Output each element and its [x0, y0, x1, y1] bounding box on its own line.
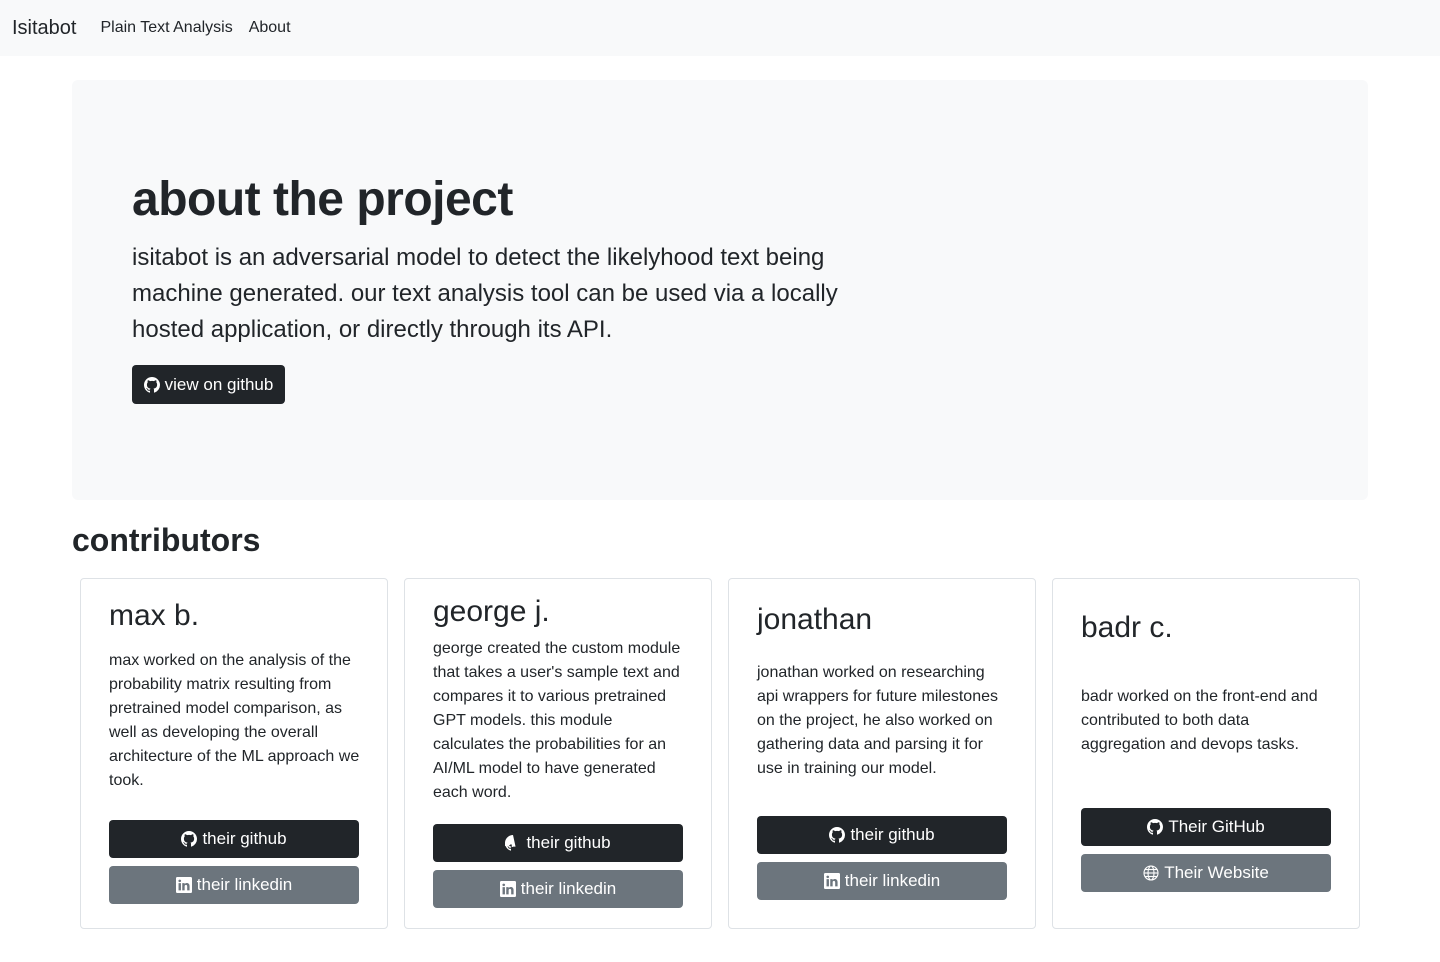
- github-button-label: their github: [850, 825, 935, 844]
- top-navbar: Isitabot Plain Text Analysis About: [0, 0, 1440, 56]
- contributor-card-george: george j. george created the custom modu…: [404, 578, 712, 929]
- page-title: about the project: [132, 173, 513, 226]
- github-icon: [1147, 819, 1164, 835]
- globe-icon: [1143, 865, 1159, 881]
- contributor-name: badr c.: [1081, 611, 1173, 644]
- github-button[interactable]: their github: [109, 820, 359, 858]
- linkedin-button[interactable]: their linkedin: [757, 862, 1007, 900]
- linkedin-button-label: their linkedin: [844, 871, 941, 890]
- contributor-description: jonathan worked on researching api wrapp…: [757, 664, 998, 777]
- contributor-description: george created the custom module that ta…: [433, 640, 681, 801]
- linkedin-button[interactable]: their linkedin: [433, 870, 683, 908]
- linkedin-icon: [823, 873, 840, 889]
- linkedin-button-label: their linkedin: [520, 879, 617, 898]
- view-on-github-button[interactable]: view on github: [132, 365, 285, 404]
- website-button-label: Their Website: [1164, 863, 1269, 882]
- hero-jumbotron: about the project isitabot is an adversa…: [72, 80, 1368, 500]
- github-icon: [181, 831, 198, 847]
- github-icon: [143, 376, 160, 393]
- github-button[interactable]: their github: [757, 816, 1007, 854]
- website-button[interactable]: Their Website: [1081, 854, 1331, 892]
- linkedin-icon: [175, 877, 192, 893]
- github-button-label: Their GitHub: [1168, 817, 1265, 836]
- brand-link[interactable]: Isitabot: [12, 17, 76, 40]
- contributor-description: max worked on the analysis of the probab…: [109, 652, 360, 789]
- contributor-card-max: max b. max worked on the analysis of the…: [80, 578, 388, 929]
- linkedin-button-label: their linkedin: [196, 875, 293, 894]
- github-icon: [505, 835, 516, 851]
- contributor-name: jonathan: [757, 603, 873, 636]
- github-button[interactable]: Their GitHub: [1081, 808, 1331, 846]
- contributor-name: max b.: [109, 599, 200, 632]
- github-icon: [829, 827, 846, 843]
- contributor-description: badr worked on the front-end and contrib…: [1081, 688, 1318, 753]
- contributor-card-jonathan: jonathan jonathan worked on researching …: [728, 578, 1036, 929]
- github-button-label: their github: [526, 833, 611, 852]
- nav-link-about[interactable]: About: [249, 19, 291, 37]
- github-button[interactable]: their github: [433, 824, 683, 862]
- linkedin-icon: [499, 881, 516, 897]
- hero-lead-text: isitabot is an adversarial model to dete…: [132, 244, 838, 343]
- view-on-github-label: view on github: [164, 374, 274, 394]
- contributors-heading: contributors: [72, 522, 261, 558]
- contributor-card-badr: badr c. badr worked on the front-end and…: [1052, 578, 1360, 929]
- contributor-name: george j.: [433, 595, 550, 628]
- nav-link-plain-text-analysis[interactable]: Plain Text Analysis: [100, 19, 232, 37]
- github-button-label: their github: [202, 829, 287, 848]
- linkedin-button[interactable]: their linkedin: [109, 866, 359, 904]
